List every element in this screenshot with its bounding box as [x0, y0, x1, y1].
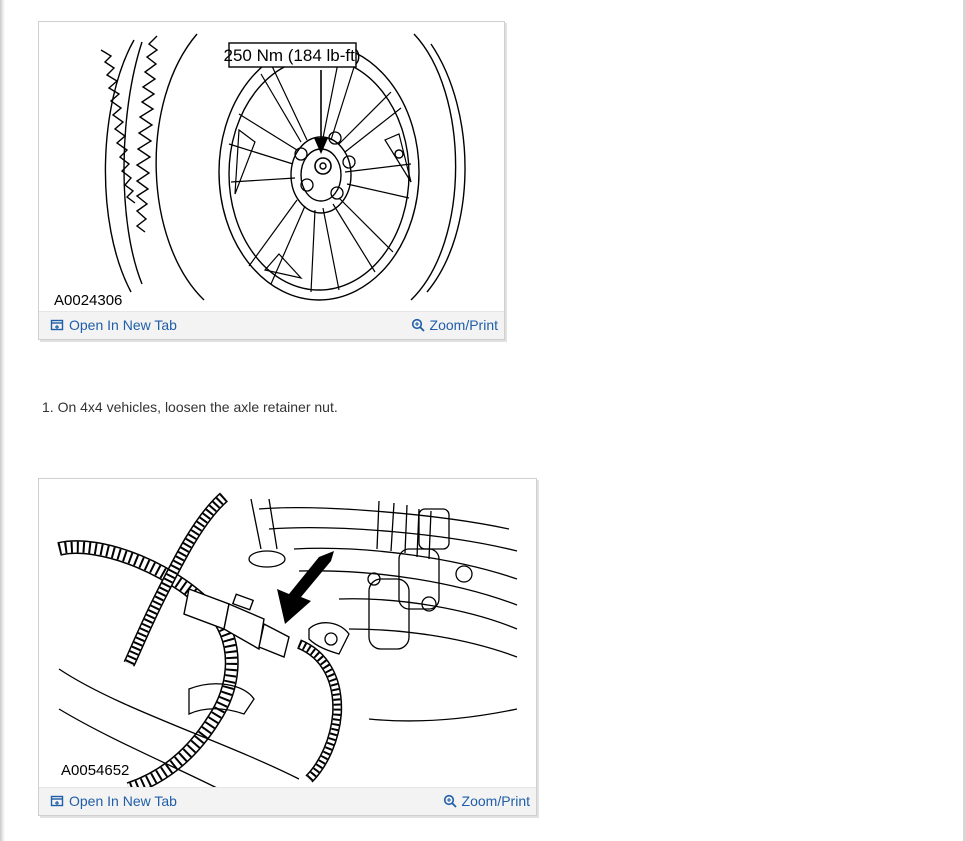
figure-id-label: A0054652 — [61, 762, 130, 779]
tire-tread — [104, 39, 135, 293]
harness-ribs — [57, 541, 238, 789]
support-post — [250, 498, 278, 550]
open-new-tab-link[interactable]: Open In New Tab — [50, 793, 177, 809]
sensor-wire — [296, 639, 343, 783]
zoom-print-label: Zoom/Print — [461, 793, 530, 809]
tire-tread-zigzag — [135, 35, 159, 233]
zoom-magnifier-icon — [443, 794, 457, 808]
axle-nut-center — [319, 162, 327, 170]
open-new-tab-icon — [50, 319, 64, 331]
frame-tube-lower — [338, 598, 518, 658]
open-new-tab-label: Open In New Tab — [69, 317, 177, 333]
procedure-step: 1. On 4x4 vehicles, loosen the axle reta… — [42, 399, 338, 415]
figure-id-label: A0024306 — [54, 292, 123, 309]
axle-nut — [314, 157, 332, 175]
figure-toolbar: Open In New Tab Zoom/Print — [39, 311, 504, 339]
zoom-print-label: Zoom/Print — [429, 317, 498, 333]
harness-lower-loop — [57, 540, 239, 789]
torque-callout-text: 250 Nm (184 lb-ft) — [224, 46, 361, 65]
wheel-hub-illustration: 250 Nm (184 lb-ft) — [100, 33, 466, 301]
zoom-magnifier-icon — [411, 318, 425, 332]
open-new-tab-label: Open In New Tab — [69, 793, 177, 809]
tire-right-arc-1 — [410, 33, 457, 301]
zoom-print-link[interactable]: Zoom/Print — [443, 793, 530, 809]
bolt-1 — [455, 565, 473, 583]
zoom-print-link[interactable]: Zoom/Print — [411, 317, 498, 333]
frame-tube-upper — [258, 507, 518, 552]
left-window-edge — [0, 0, 5, 841]
callout-arrow — [277, 551, 334, 624]
harness-lower-loop-fill — [57, 541, 238, 789]
figure-wheel-hub: 250 Nm (184 lb-ft) A0024306 Open In New … — [38, 21, 505, 340]
tire-outer-arc — [155, 33, 205, 301]
figure-sensor-connector: A0054652 Open In New Tab Zoom/Print — [38, 478, 537, 816]
sensor-connector-illustration — [57, 492, 518, 789]
callout-arrowhead — [314, 138, 328, 154]
open-new-tab-icon — [50, 795, 64, 807]
tire-right-arc-2 — [426, 43, 466, 293]
support-post-base — [248, 550, 286, 568]
open-new-tab-link[interactable]: Open In New Tab — [50, 317, 177, 333]
clamp-lower — [368, 578, 410, 650]
figure-toolbar: Open In New Tab Zoom/Print — [39, 787, 536, 815]
valve-stem — [394, 149, 404, 159]
wheel-rim-inner — [228, 57, 410, 291]
